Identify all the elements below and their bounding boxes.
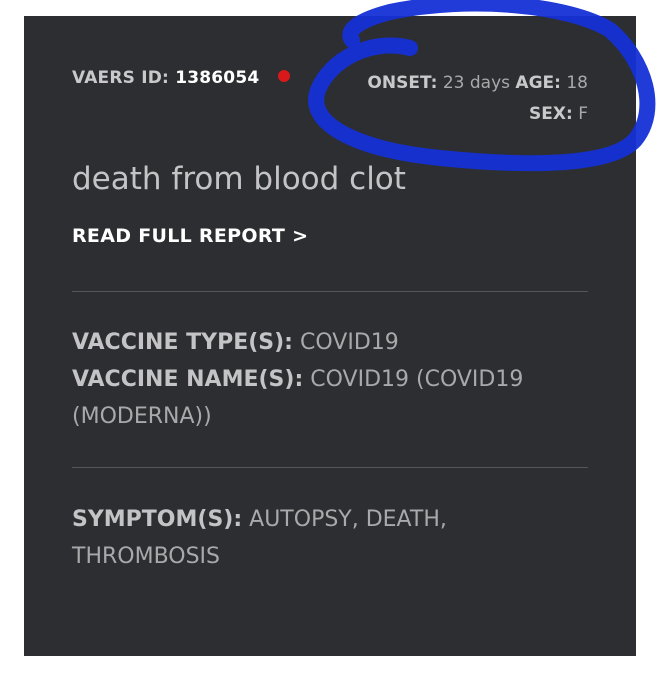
divider [72, 467, 588, 468]
report-meta: ONSET: 23 days AGE: 18 SEX: F [367, 68, 588, 130]
read-full-report-link[interactable]: READ FULL REPORT > [72, 225, 308, 247]
age-label: AGE: [515, 73, 561, 93]
sex-label: SEX: [529, 104, 573, 124]
onset-value: 23 days [442, 73, 511, 93]
symptoms-label: SYMPTOM(S): [72, 507, 243, 532]
page: VAERS ID: 1386054 ONSET: 23 days AGE: 18… [0, 0, 658, 680]
sex-value: F [578, 104, 588, 124]
symptoms-info: SYMPTOM(S): AUTOPSY, DEATH, THROMBOSIS [72, 501, 588, 575]
status-dot-icon [277, 70, 290, 82]
vaers-id-number: 1386054 [175, 68, 260, 88]
report-header: VAERS ID: 1386054 ONSET: 23 days AGE: 18… [72, 68, 588, 138]
onset-label: ONSET: [367, 73, 438, 93]
age-value: 18 [566, 73, 588, 93]
vaccine-type-line: VACCINE TYPE(S): COVID19 [72, 324, 588, 361]
meta-line-sex: SEX: F [367, 99, 588, 130]
vaccine-info: VACCINE TYPE(S): COVID19 VACCINE NAME(S)… [72, 324, 588, 435]
vaccine-name-label: VACCINE NAME(S): [72, 367, 304, 392]
vaers-report-card: VAERS ID: 1386054 ONSET: 23 days AGE: 18… [24, 16, 636, 656]
vaers-id-label: VAERS ID: [72, 68, 170, 88]
meta-line-onset-age: ONSET: 23 days AGE: 18 [367, 68, 588, 99]
divider [72, 291, 588, 292]
vaccine-name-line: VACCINE NAME(S): COVID19 (COVID19 (MODER… [72, 361, 588, 435]
vaers-id: VAERS ID: 1386054 [72, 68, 290, 88]
vaccine-type-value: COVID19 [299, 330, 399, 355]
report-summary: death from blood clot [72, 161, 406, 197]
vaccine-type-label: VACCINE TYPE(S): [72, 330, 293, 355]
